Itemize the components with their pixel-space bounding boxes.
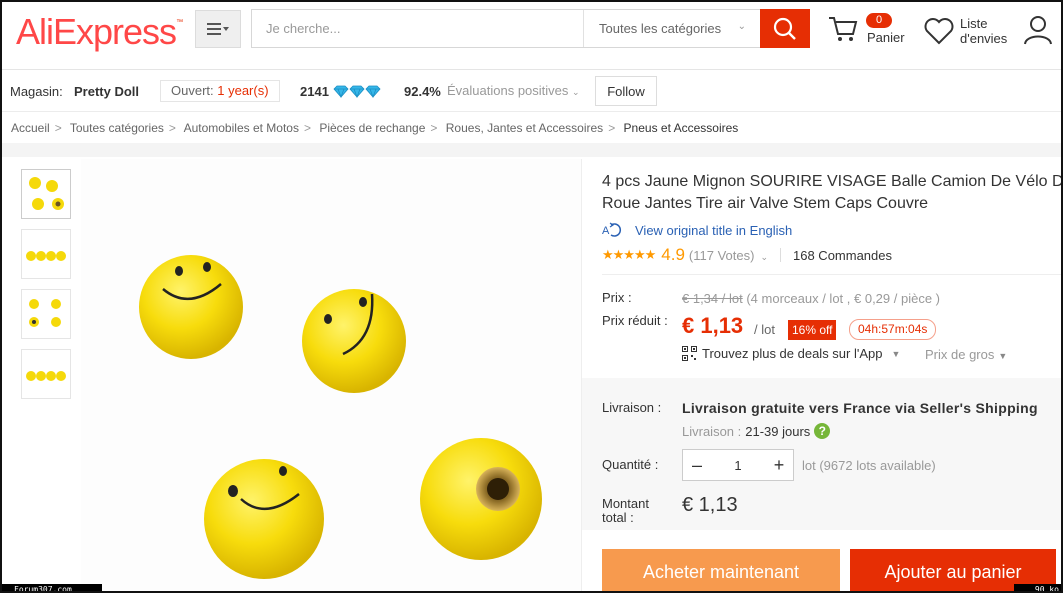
store-label: Magasin: xyxy=(10,84,63,99)
rating-row: ★★★★★ 4.9 (117 Votes) ⌄ 168 Commandes xyxy=(602,245,892,265)
shipping-value[interactable]: Livraison gratuite vers France via Selle… xyxy=(682,400,1038,416)
votes-count[interactable]: (117 Votes) ⌄ xyxy=(689,248,768,263)
rating-value: 4.9 xyxy=(661,245,685,264)
site-header: AliExpress™ Toutes les catégories ⌄ 0 Pa… xyxy=(2,2,1061,70)
app-deals-label: Trouvez plus de deals sur l'App xyxy=(702,346,883,361)
wishlist-link[interactable]: Liste d'envies xyxy=(924,14,1014,54)
user-icon xyxy=(1024,16,1052,45)
increase-quantity-button[interactable]: + xyxy=(765,450,793,480)
watermark-right: 90 ko xyxy=(1014,584,1061,591)
positive-feedback-percent: 92.4% xyxy=(404,84,441,99)
quantity-input[interactable]: 1 xyxy=(711,458,765,473)
categories-menu-button[interactable] xyxy=(195,10,241,48)
category-select[interactable]: Toutes les catégories ⌄ xyxy=(583,10,760,47)
original-title-link[interactable]: A View original title in English xyxy=(602,222,792,238)
divider xyxy=(602,274,1061,275)
delivery-time: Livraison : 21-39 jours ? xyxy=(682,423,831,439)
product-info-panel: 4 pcs Jaune Mignon SOURIRE VISAGE Balle … xyxy=(581,159,1063,591)
thumbnail-image[interactable] xyxy=(21,349,71,399)
store-open-tag: Ouvert: 1 year(s) xyxy=(160,80,280,102)
buy-now-button[interactable]: Acheter maintenant xyxy=(602,549,840,591)
watermark-left: Forum307.com xyxy=(2,584,102,591)
decrease-quantity-button[interactable]: – xyxy=(683,450,711,480)
breadcrumb-item[interactable]: Toutes catégories xyxy=(70,121,164,135)
section-divider xyxy=(2,143,1061,157)
reduced-price-label: Prix réduit : xyxy=(602,313,668,328)
rating-stars: ★★★★★ xyxy=(602,247,656,262)
thumbnail-image[interactable] xyxy=(21,229,71,279)
diamond-icon xyxy=(365,85,381,98)
thumbnail-list xyxy=(21,169,71,409)
category-select-value: Toutes les catégories xyxy=(599,21,722,36)
shipping-label: Livraison : xyxy=(602,400,662,415)
product-main-image[interactable] xyxy=(81,159,581,591)
breadcrumb-item[interactable]: Accueil xyxy=(11,121,50,135)
orders-count: 168 Commandes xyxy=(793,247,892,263)
menu-icon xyxy=(207,23,229,35)
price-label: Prix : xyxy=(602,290,632,305)
store-score: 2141 xyxy=(300,84,329,99)
lots-available: lot (9672 lots available) xyxy=(802,458,936,473)
search-input[interactable] xyxy=(252,10,582,47)
search-icon xyxy=(773,17,796,40)
cart-label: Panier xyxy=(867,30,905,45)
breadcrumb-item[interactable]: Pièces de rechange xyxy=(319,121,425,135)
breadcrumb-current[interactable]: Pneus et Accessoires xyxy=(624,121,739,135)
wishlist-label: Liste d'envies xyxy=(960,16,1008,46)
breadcrumb: Accueil > Toutes catégories > Automobiles … xyxy=(11,121,739,135)
page-frame: AliExpress™ Toutes les catégories ⌄ 0 Pa… xyxy=(0,0,1063,593)
thumbnail-image[interactable] xyxy=(21,289,71,339)
quantity-label: Quantité : xyxy=(602,457,659,472)
cart-count-badge: 0 xyxy=(866,13,892,28)
divider xyxy=(780,248,781,262)
app-deals-link[interactable]: Trouvez plus de deals sur l'App ▼ xyxy=(682,346,900,361)
thumbnail-image[interactable] xyxy=(21,169,71,219)
discount-badge: 16% off xyxy=(788,320,837,340)
original-price: € 1,34 / lot (4 morceaux / lot , € 0,29 … xyxy=(682,291,940,306)
product-title: 4 pcs Jaune Mignon SOURIRE VISAGE Balle … xyxy=(602,173,1063,212)
original-title-label: View original title in English xyxy=(635,222,793,238)
follow-button[interactable]: Follow xyxy=(595,76,657,106)
account-button[interactable] xyxy=(1022,14,1054,51)
wholesale-price-link[interactable]: Prix de gros ▼ xyxy=(925,347,1007,362)
current-price: € 1,13 xyxy=(682,313,744,338)
svg-text:A: A xyxy=(602,225,610,237)
search-button[interactable] xyxy=(760,9,810,48)
qr-code-icon xyxy=(682,346,697,361)
store-rank-diamonds xyxy=(333,85,381,98)
aliexpress-logo[interactable]: AliExpress™ xyxy=(16,11,183,53)
total-label: Montant total : xyxy=(602,496,649,525)
cart-link[interactable]: 0 Panier xyxy=(828,13,910,54)
store-bar: Magasin: Pretty Doll Ouvert: 1 year(s) 2… xyxy=(2,71,1061,112)
diamond-icon xyxy=(349,85,365,98)
positive-feedback-label[interactable]: Évaluations positives ⌄ xyxy=(447,83,580,98)
help-icon[interactable]: ? xyxy=(814,423,831,439)
store-name[interactable]: Pretty Doll xyxy=(74,84,139,99)
breadcrumb-item[interactable]: Automobiles et Motos xyxy=(184,121,299,135)
heart-icon xyxy=(924,18,954,45)
countdown-timer: 04h:57m:04s xyxy=(849,319,937,340)
search-bar: Toutes les catégories ⌄ xyxy=(251,9,810,48)
quantity-stepper: – 1 + xyxy=(682,449,794,481)
total-price: € 1,13 xyxy=(682,494,738,516)
diamond-icon xyxy=(333,85,349,98)
breadcrumb-item[interactable]: Roues, Jantes et Accessoires xyxy=(446,121,603,135)
cart-icon xyxy=(829,17,858,41)
chevron-down-icon: ⌄ xyxy=(737,21,746,32)
price-unit: / lot xyxy=(754,322,775,337)
translate-icon: A xyxy=(602,222,621,237)
product-gallery xyxy=(11,159,581,591)
